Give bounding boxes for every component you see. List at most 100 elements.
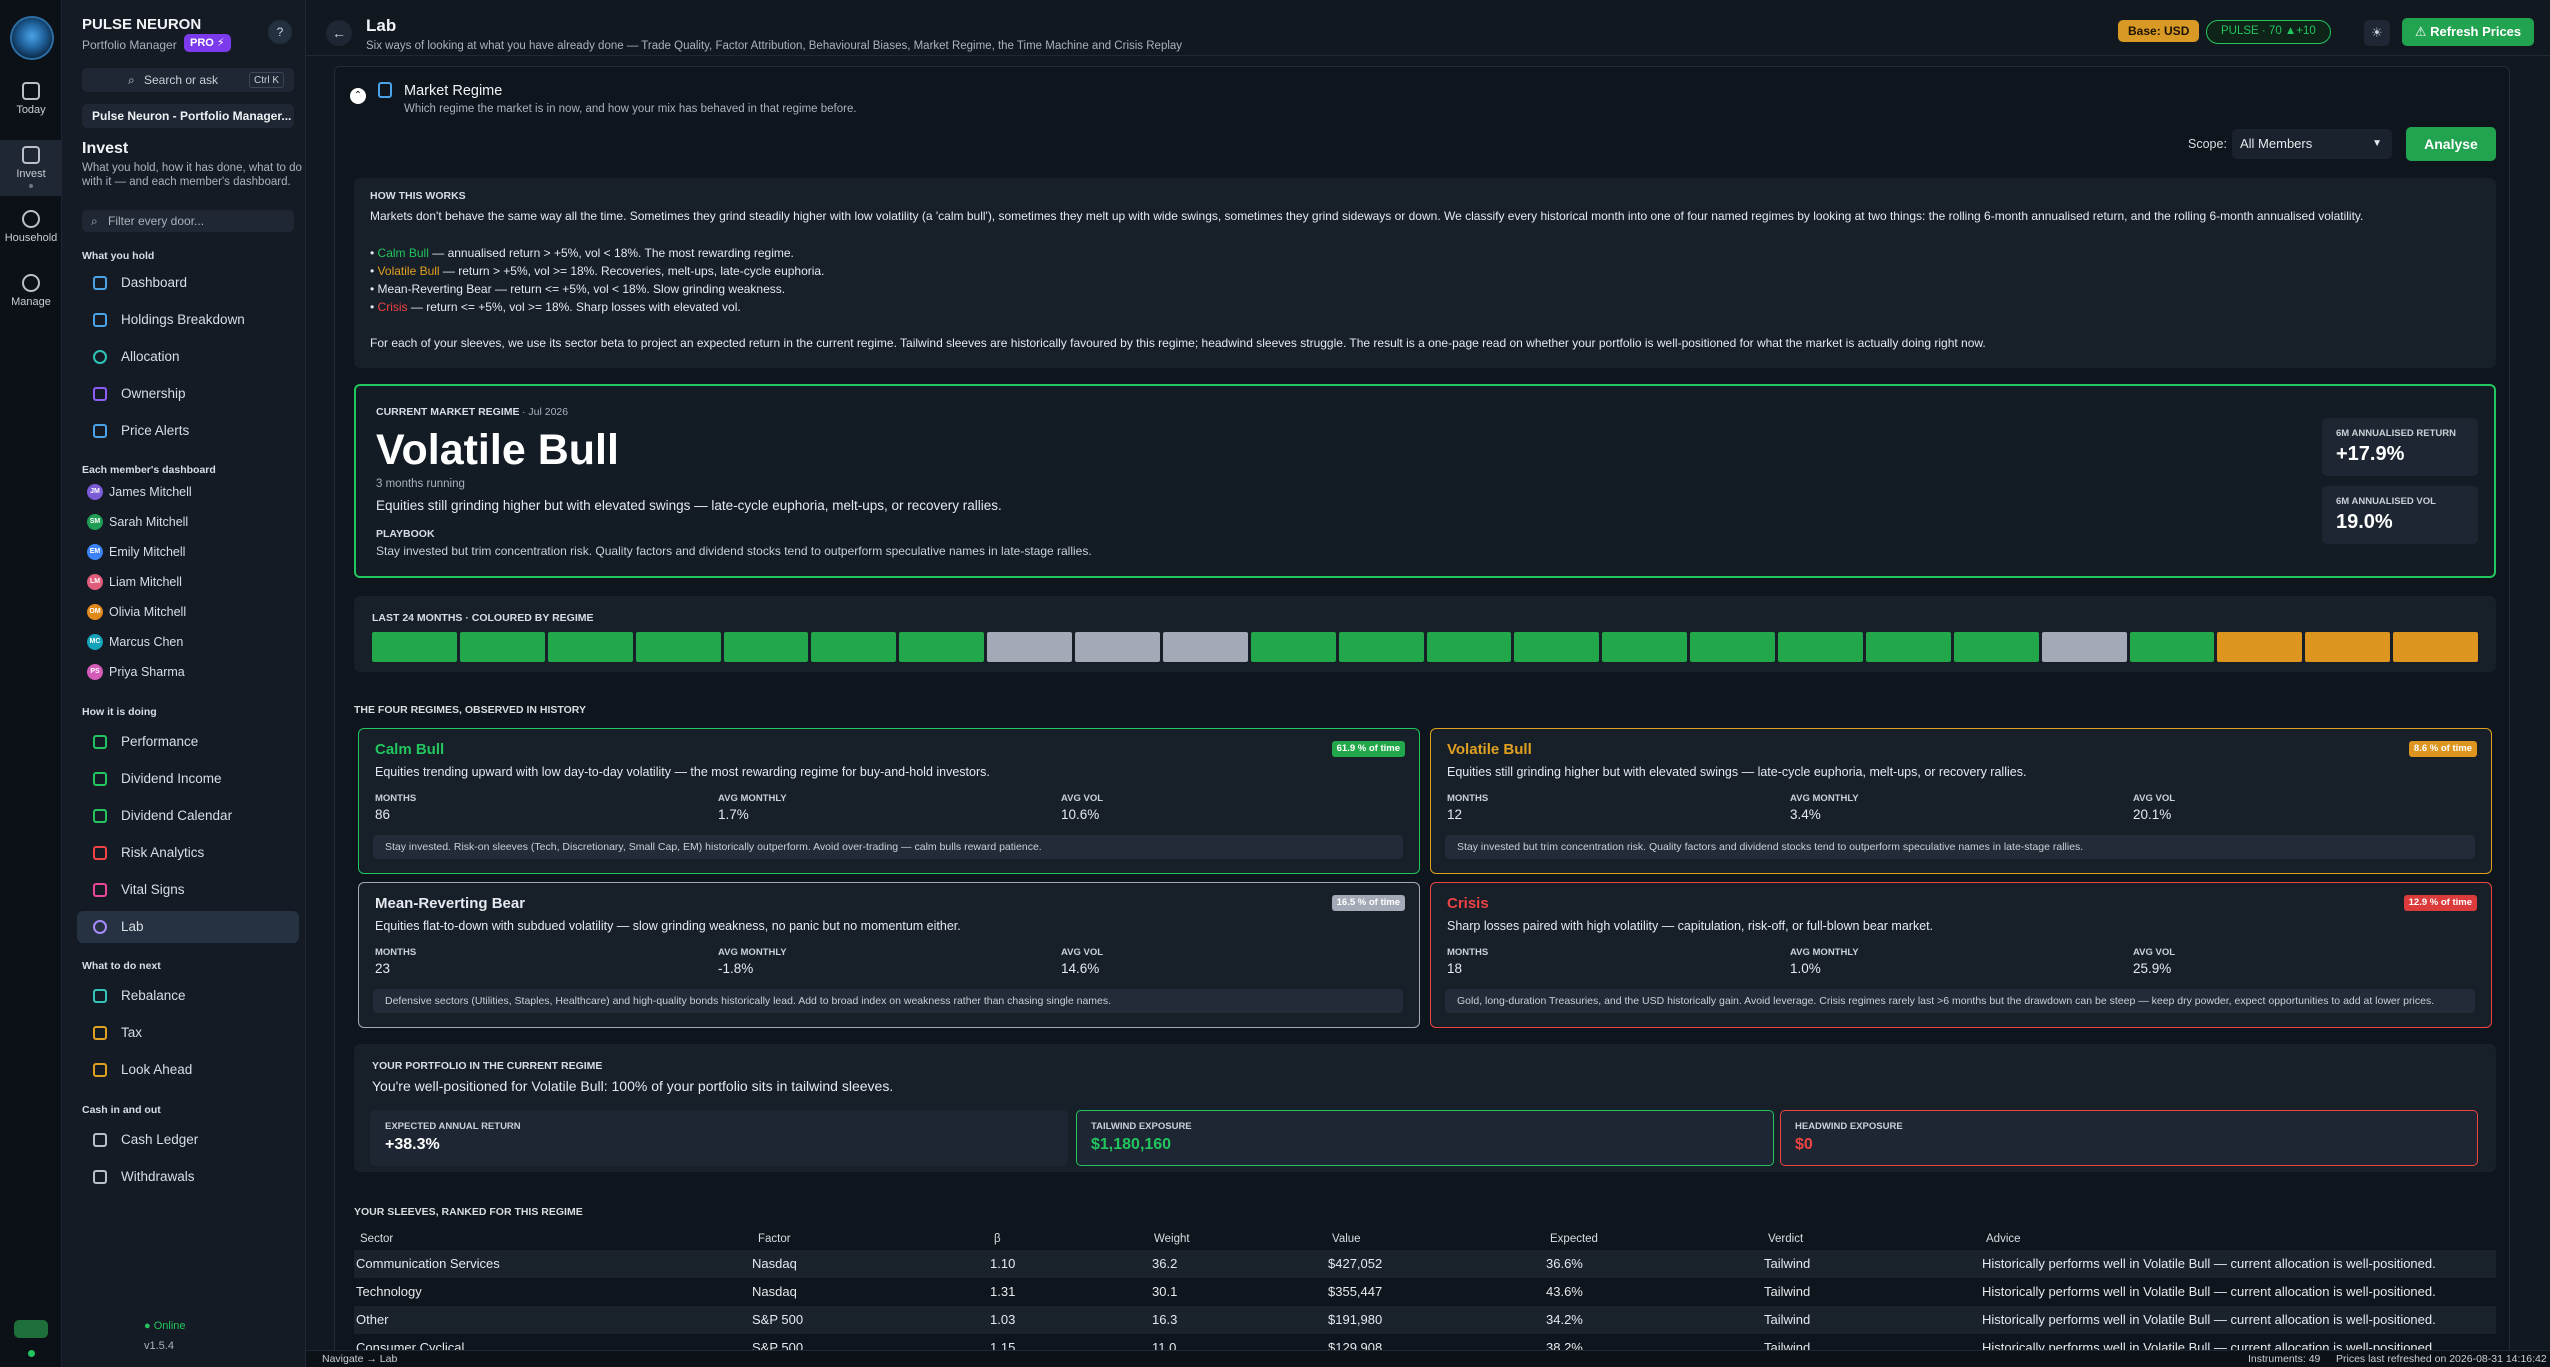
nav-path: Navigate → Lab <box>322 1353 398 1365</box>
topbar: ← Lab Six ways of looking at what you ha… <box>306 0 2550 56</box>
member-liam[interactable]: LM Liam Mitchell <box>87 571 182 593</box>
regime-name: Mean-Reverting Bear <box>375 895 526 912</box>
expected-return-box: EXPECTED ANNUAL RETURN +38.3% <box>370 1110 1068 1166</box>
nav-allocation[interactable]: Allocation <box>77 341 299 373</box>
online-indicator-icon[interactable] <box>14 1320 48 1338</box>
member-james[interactable]: JM James Mitchell <box>87 481 192 503</box>
annualised-vol-stat: 6M ANNUALISED VOL 19.0% <box>2322 486 2478 544</box>
theme-toggle-button[interactable]: ☀ <box>2364 20 2390 46</box>
timeline-month-18 <box>1865 632 1951 662</box>
timeline-month-22 <box>2217 632 2303 662</box>
member-olivia[interactable]: OM Olivia Mitchell <box>87 601 186 623</box>
nav-tax[interactable]: Tax <box>77 1017 299 1049</box>
member-priya[interactable]: PS Priya Sharma <box>87 661 185 683</box>
active-dot <box>29 184 33 188</box>
current-regime-label: CURRENT MARKET REGIME <box>376 406 520 418</box>
app-version: v1.5.4 <box>144 1340 174 1352</box>
tailwind-exposure-box: TAILWIND EXPOSURE $1,180,160 <box>1076 1110 1774 1166</box>
timeline-month-23 <box>2305 632 2391 662</box>
avg-monthly-value: 1.7% <box>718 807 749 822</box>
avatar: JM <box>87 484 103 500</box>
annualised-return-stat: 6M ANNUALISED RETURN +17.9% <box>2322 418 2478 476</box>
group-how-doing: How it is doing <box>82 706 157 718</box>
section-description: What you hold, how it has done, what to … <box>82 162 302 188</box>
member-sarah[interactable]: SM Sarah Mitchell <box>87 511 188 533</box>
member-emily[interactable]: EM Emily Mitchell <box>87 541 185 563</box>
four-regimes-heading: THE FOUR REGIMES, OBSERVED IN HISTORY <box>354 704 587 716</box>
regime-name: Crisis <box>1447 895 1489 912</box>
avg-vol-value: 14.6% <box>1061 961 1100 976</box>
nav-dashboard[interactable]: Dashboard <box>77 267 299 299</box>
table-row[interactable]: Other S&P 500 1.03 16.3 $191,980 34.2% T… <box>354 1306 2496 1334</box>
avg-monthly-value: -1.8% <box>718 961 754 976</box>
member-marcus[interactable]: MC Marcus Chen <box>87 631 183 653</box>
how-this-works-card: HOW THIS WORKS Markets don't behave the … <box>354 178 2496 368</box>
nav-look-ahead[interactable]: Look Ahead <box>77 1054 299 1086</box>
sidebar: PULSE NEURON Portfolio Manager PRO ⚡ ? ⌕… <box>62 0 306 1367</box>
search-box[interactable]: ⌕ Search or ask Ctrl K <box>82 68 294 92</box>
portfolio-selector[interactable]: Pulse Neuron - Portfolio Manager... <box>82 104 294 128</box>
nav-withdrawals[interactable]: Withdrawals <box>77 1161 299 1193</box>
time-share-badge: 61.9 % of time <box>1331 741 1405 757</box>
playbook-text: Stay invested but trim concentration ris… <box>376 544 1092 558</box>
nav-performance[interactable]: Performance <box>77 726 299 758</box>
warning-icon <box>93 846 107 860</box>
calendar-icon <box>93 1063 107 1077</box>
headwind-exposure-box: HEADWIND EXPOSURE $0 <box>1780 1110 2478 1166</box>
card-heading: HOW THIS WORKS <box>370 190 466 202</box>
timeline-month-17 <box>1778 632 1863 662</box>
filter-input[interactable]: ⌕ Filter every door... <box>82 210 294 232</box>
rail-item-today[interactable]: Today <box>0 82 62 116</box>
regime-note: Stay invested but trim concentration ris… <box>1445 835 2475 859</box>
regime-rule-crisis: • Crisis — return <= +5%, vol >= 18%. Sh… <box>370 300 741 314</box>
time-share-badge: 12.9 % of time <box>2403 895 2477 911</box>
scope-select[interactable]: All Members ▼ <box>2232 129 2392 159</box>
bulb-icon <box>93 920 107 934</box>
regime-description: Sharp losses paired with high volatility… <box>1447 919 1934 933</box>
section-subtitle: Which regime the market is in now, and h… <box>404 103 857 115</box>
receipt-icon <box>93 1026 107 1040</box>
table-row[interactable]: Communication Services Nasdaq 1.10 36.2 … <box>354 1250 2496 1278</box>
dollar-icon <box>93 772 107 786</box>
list-icon <box>93 313 107 327</box>
heart-icon <box>93 883 107 897</box>
timeline-month-7 <box>899 632 985 662</box>
rail-item-household[interactable]: Household <box>0 210 62 244</box>
timeline-month-20 <box>2041 632 2127 662</box>
regime-description: Equities still grinding higher but with … <box>376 498 1002 513</box>
nav-vital-signs[interactable]: Vital Signs <box>77 874 299 906</box>
page-subtitle: Six ways of looking at what you have alr… <box>366 40 1183 52</box>
nav-cash-ledger[interactable]: Cash Ledger <box>77 1124 299 1156</box>
back-button[interactable]: ← <box>326 20 352 46</box>
regime-note: Gold, long-duration Treasuries, and the … <box>1445 989 2475 1013</box>
chevron-down-icon: ▼ <box>2372 138 2382 149</box>
wallet-icon <box>93 1133 107 1147</box>
rail-item-invest[interactable]: Invest <box>0 140 62 196</box>
current-regime-date: · Jul 2026 <box>522 406 569 418</box>
timeline-month-1 <box>372 632 457 662</box>
nav-ownership[interactable]: Ownership <box>77 378 299 410</box>
portfolio-summary: You're well-positioned for Volatile Bull… <box>372 1078 894 1094</box>
timeline-month-13 <box>1426 632 1512 662</box>
base-currency-badge[interactable]: Base: USD <box>2118 20 2200 42</box>
avg-vol-value: 25.9% <box>2133 961 2172 976</box>
calendar-icon <box>93 809 107 823</box>
nav-lab[interactable]: Lab <box>77 911 299 943</box>
collapse-icon[interactable]: ⌃ <box>350 88 366 104</box>
nav-rebalance[interactable]: Rebalance <box>77 980 299 1012</box>
rail-item-manage[interactable]: Manage <box>0 274 62 308</box>
nav-dividend-calendar[interactable]: Dividend Calendar <box>77 800 299 832</box>
refresh-prices-button[interactable]: ⚠ Refresh Prices <box>2402 18 2534 46</box>
explanation-text: Markets don't behave the same way all th… <box>370 209 2364 223</box>
group-what-next: What to do next <box>82 960 161 972</box>
table-row[interactable]: Technology Nasdaq 1.31 30.1 $355,447 43.… <box>354 1278 2496 1306</box>
help-button[interactable]: ? <box>268 20 292 44</box>
pulse-score-badge[interactable]: PULSE · 70 ▲+10 <box>2206 20 2331 44</box>
timeline-month-21 <box>2129 632 2215 662</box>
nav-price-alerts[interactable]: Price Alerts <box>77 415 299 447</box>
nav-dividend-income[interactable]: Dividend Income <box>77 763 299 795</box>
nav-risk-analytics[interactable]: Risk Analytics <box>77 837 299 869</box>
regime-name: Calm Bull <box>375 741 445 758</box>
nav-holdings-breakdown[interactable]: Holdings Breakdown <box>77 304 299 336</box>
analyse-button[interactable]: Analyse <box>2406 127 2496 161</box>
